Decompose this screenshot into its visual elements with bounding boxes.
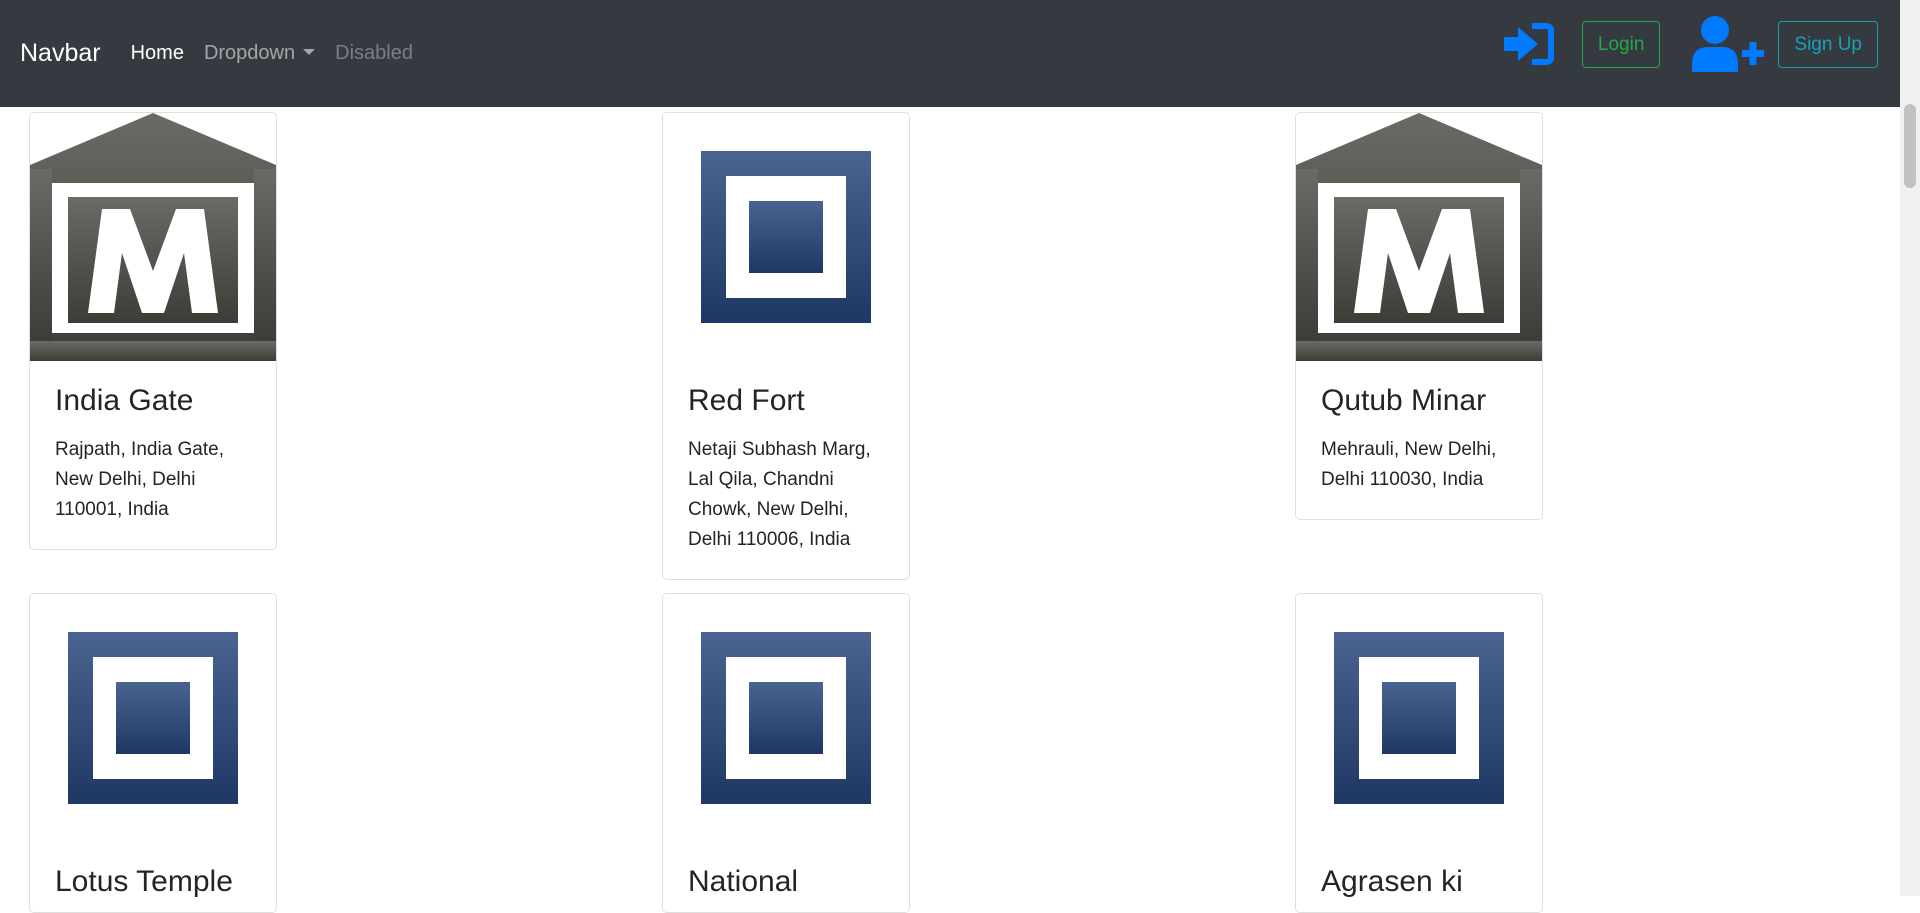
signup-button[interactable]: Sign Up [1778,20,1878,68]
card-title: National [688,865,799,898]
vertical-scrollbar[interactable] [1900,0,1920,896]
user-plus-icon[interactable] [1690,14,1766,74]
card-lotus-temple[interactable]: Lotus Temple [29,593,277,913]
monument-icon [663,113,909,361]
card-title: India Gate [55,384,194,417]
navbar: Navbar Home Dropdown Disabled Login Sign… [0,0,1900,107]
dropdown-label: Dropdown [203,42,296,64]
monument-icon [663,594,909,842]
nav-link-dropdown[interactable]: Dropdown [203,42,316,65]
card-qutub-minar[interactable]: Qutub Minar Mehrauli, New Delhi, Delhi 1… [1295,112,1543,520]
login-button[interactable]: Login [1581,20,1661,68]
card-address: Mehrauli, New Delhi, Delhi 110030, India [1321,439,1497,490]
caret-down-icon [303,49,316,55]
monument-icon [30,594,276,842]
nav-link-home[interactable]: Home [131,42,184,65]
card-title: Lotus Temple [55,865,233,898]
card-india-gate[interactable]: India Gate Rajpath, India Gate, New Delh… [29,112,277,550]
museum-icon [30,113,276,361]
navbar-brand[interactable]: Navbar [20,39,101,68]
card-title: Red Fort [688,384,805,417]
nav-link-disabled: Disabled [335,42,413,64]
scrollbar-thumb[interactable] [1904,104,1916,188]
card-title: Agrasen ki [1321,865,1463,898]
card-address: Rajpath, India Gate, New Delhi, Delhi 11… [55,439,224,520]
card-national[interactable]: National [662,593,910,913]
monument-icon [1296,594,1542,842]
card-address: Netaji Subhash Marg, Lal Qila, Chandni C… [688,439,871,550]
card-title: Qutub Minar [1321,384,1487,417]
sign-in-icon[interactable] [1502,19,1558,69]
museum-icon [1296,113,1542,361]
navbar-actions: Login Sign Up [1502,14,1878,74]
card-agrasen-ki[interactable]: Agrasen ki [1295,593,1543,913]
card-red-fort[interactable]: Red Fort Netaji Subhash Marg, Lal Qila, … [662,112,910,580]
